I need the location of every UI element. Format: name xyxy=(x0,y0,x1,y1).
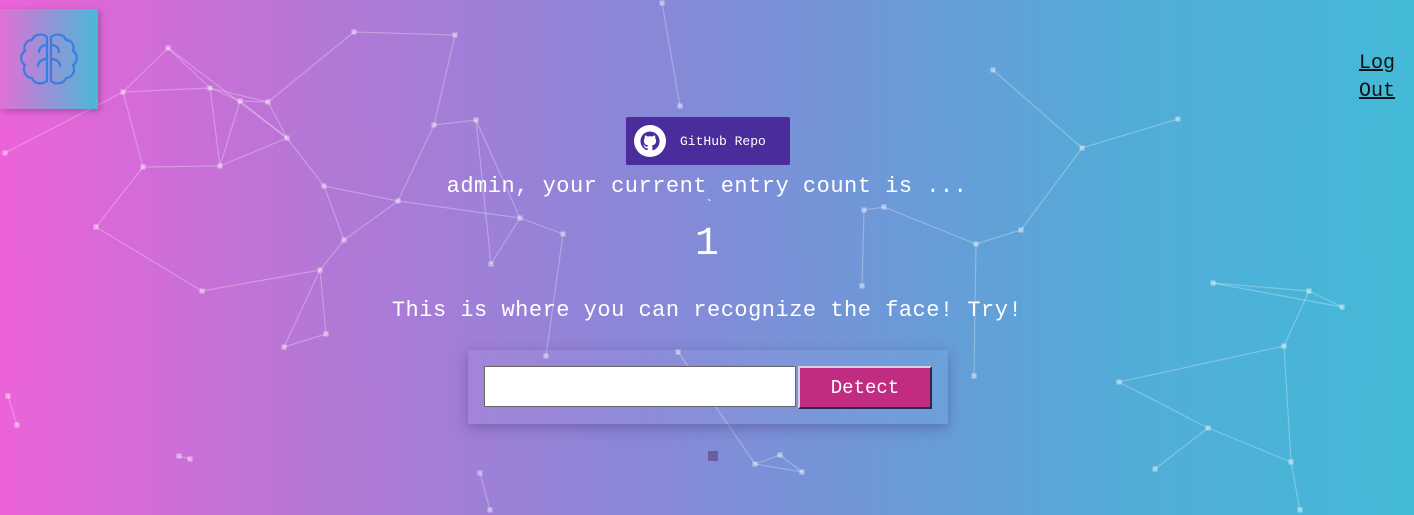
particle-node xyxy=(217,163,223,169)
particle-link xyxy=(1154,427,1209,470)
particle-node xyxy=(487,507,493,513)
brain-icon xyxy=(20,33,78,85)
particle-link xyxy=(779,454,803,473)
particle-link xyxy=(219,100,241,167)
particle-node xyxy=(659,0,665,6)
particle-node xyxy=(1306,288,1312,294)
particle-link xyxy=(1212,282,1310,292)
particle-node xyxy=(5,393,11,399)
particle-link xyxy=(992,69,1083,149)
particle-node xyxy=(187,456,193,462)
particle-node xyxy=(207,85,213,91)
logout-link[interactable]: Log Out xyxy=(1359,50,1409,106)
particle-link xyxy=(267,31,355,103)
particle-link xyxy=(142,165,221,168)
image-link-form: Detect xyxy=(468,350,948,424)
particle-link xyxy=(863,206,885,211)
particle-link xyxy=(1290,461,1301,511)
particle-link xyxy=(219,137,288,167)
face-image-placeholder xyxy=(708,451,718,461)
entry-count-value: 1 xyxy=(694,222,719,267)
particle-node xyxy=(1210,280,1216,286)
particle-node xyxy=(1288,459,1294,465)
particle-link xyxy=(661,2,681,107)
particle-node xyxy=(165,45,171,51)
particle-node xyxy=(176,453,182,459)
instructions-text: This is where you can recognize the face… xyxy=(391,298,1023,323)
particle-link xyxy=(479,472,491,511)
particle-node xyxy=(281,344,287,350)
particle-link xyxy=(1118,345,1285,383)
particle-link xyxy=(122,47,169,93)
particle-link xyxy=(353,31,456,36)
particle-link xyxy=(1118,381,1209,429)
particle-link xyxy=(167,47,211,89)
particle-node xyxy=(237,98,243,104)
particle-link xyxy=(283,333,327,348)
particle-node xyxy=(677,103,683,109)
particle-node xyxy=(431,122,437,128)
particle-link xyxy=(122,91,144,168)
github-repo-button[interactable]: GitHub Repo xyxy=(626,117,790,165)
particle-node xyxy=(284,135,290,141)
particle-link xyxy=(1081,118,1179,149)
particle-node xyxy=(1205,425,1211,431)
particle-link xyxy=(201,269,321,292)
particle-node xyxy=(323,331,329,337)
particle-node xyxy=(2,150,8,156)
particle-node xyxy=(140,164,146,170)
decorative-tick: ` xyxy=(705,198,714,214)
particle-link xyxy=(1283,345,1292,463)
particle-node xyxy=(859,283,865,289)
particle-link xyxy=(167,47,288,139)
particle-node xyxy=(1152,466,1158,472)
particle-node xyxy=(881,204,887,210)
particle-node xyxy=(452,32,458,38)
particle-node xyxy=(861,207,867,213)
particle-node xyxy=(477,470,483,476)
particle-node xyxy=(1175,116,1181,122)
particle-link xyxy=(397,200,521,219)
particle-node xyxy=(351,29,357,35)
particle-node xyxy=(752,461,758,467)
image-url-input[interactable] xyxy=(484,366,796,407)
detect-button[interactable]: Detect xyxy=(798,366,932,409)
particle-node xyxy=(14,422,20,428)
particle-link xyxy=(1207,427,1292,463)
particle-link xyxy=(122,87,211,93)
particle-node xyxy=(317,267,323,273)
particle-link xyxy=(475,119,521,219)
particle-node xyxy=(120,89,126,95)
particle-node xyxy=(1281,343,1287,349)
particle-link xyxy=(7,395,18,426)
github-repo-label: GitHub Repo xyxy=(680,133,766,149)
particle-node xyxy=(395,198,401,204)
particle-node xyxy=(971,373,977,379)
particle-node xyxy=(1116,379,1122,385)
entry-count-greeting: admin, your current entry count is ... xyxy=(446,174,968,199)
particle-node xyxy=(265,99,271,105)
particle-node xyxy=(473,117,479,123)
particle-node xyxy=(517,215,523,221)
particle-node xyxy=(1297,507,1303,513)
particle-node xyxy=(199,288,205,294)
particle-link xyxy=(267,101,288,139)
particle-node xyxy=(777,452,783,458)
logo[interactable] xyxy=(0,9,98,109)
particle-link xyxy=(433,34,456,126)
particle-link xyxy=(209,87,221,167)
github-icon xyxy=(634,125,666,157)
particle-node xyxy=(799,469,805,475)
particle-link xyxy=(433,119,477,126)
particle-node xyxy=(1079,145,1085,151)
particle-link xyxy=(754,463,803,473)
particle-node xyxy=(990,67,996,73)
particle-link xyxy=(754,454,781,465)
